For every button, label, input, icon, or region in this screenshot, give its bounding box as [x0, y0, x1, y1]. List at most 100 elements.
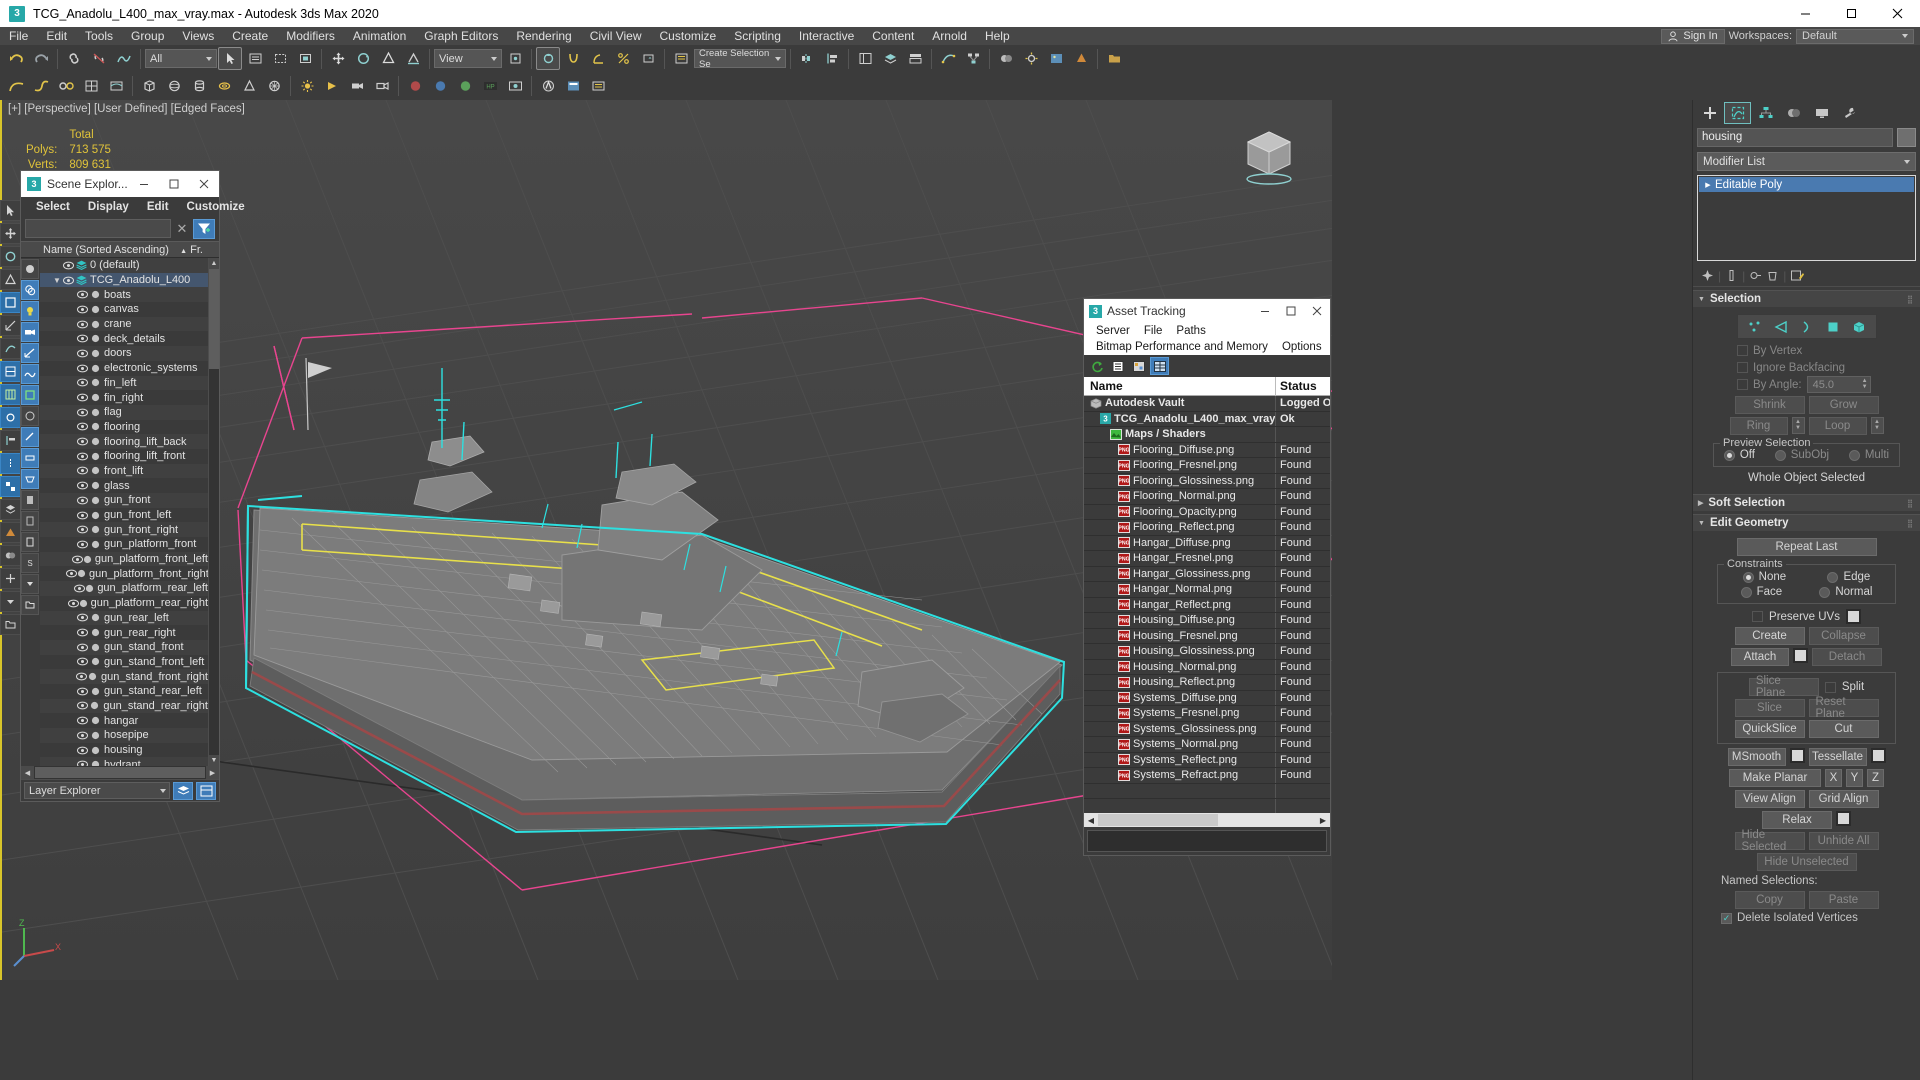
- split-checkbox[interactable]: [1824, 681, 1836, 693]
- scene-explorer-minimize-button[interactable]: [129, 171, 159, 197]
- visibility-toggle-icon[interactable]: [73, 584, 85, 593]
- visibility-toggle-icon[interactable]: [76, 320, 89, 329]
- constraint-normal-radio[interactable]: [1819, 586, 1831, 598]
- scene-explorer-menu-edit[interactable]: Edit: [138, 201, 178, 213]
- bind-to-space-warp-button[interactable]: [112, 47, 136, 70]
- asset-tracking-row[interactable]: PNG Flooring_Glossiness.png Found: [1084, 473, 1330, 489]
- visibility-toggle-icon[interactable]: [76, 422, 89, 431]
- preserve-uvs-settings-button[interactable]: [1845, 609, 1861, 624]
- close-button[interactable]: [1874, 0, 1920, 27]
- tool-grid-icon[interactable]: [0, 384, 21, 405]
- constraint-face-radio[interactable]: [1740, 586, 1752, 598]
- constraint-face-row[interactable]: Face: [1740, 586, 1782, 598]
- named-selection-sets-combo[interactable]: Create Selection Se: [694, 48, 786, 70]
- visibility-toggle-icon[interactable]: [76, 496, 89, 505]
- by-vertex-row[interactable]: By Vertex: [1699, 342, 1914, 359]
- scene-explorer-row[interactable]: front_lift: [40, 463, 208, 479]
- menu-content[interactable]: Content: [863, 27, 923, 45]
- scene-explorer-row[interactable]: gun_rear_left: [40, 610, 208, 626]
- filter-particles-icon[interactable]: [21, 448, 39, 468]
- visibility-toggle-icon[interactable]: [76, 349, 89, 358]
- filter-groups-icon[interactable]: [21, 406, 39, 426]
- scene-explorer-maximize-button[interactable]: [159, 171, 189, 197]
- by-angle-row[interactable]: By Angle: 45.0 ▲ ▼: [1699, 376, 1914, 393]
- tool-snap-icon[interactable]: [0, 407, 21, 428]
- make-planar-z-button[interactable]: Z: [1867, 769, 1884, 787]
- view-align-button[interactable]: View Align: [1734, 790, 1805, 808]
- scene-explorer-row[interactable]: gun_platform_front_left: [40, 551, 208, 567]
- sign-in-button[interactable]: Sign In: [1661, 28, 1725, 44]
- asset-tracking-row[interactable]: PNG Flooring_Opacity.png Found: [1084, 504, 1330, 520]
- asset-tracking-row[interactable]: PNG Hangar_Fresnel.png Found: [1084, 551, 1330, 567]
- paste-button[interactable]: Paste: [1808, 891, 1879, 909]
- visibility-toggle-icon[interactable]: [76, 525, 89, 534]
- tessellate-settings-button[interactable]: [1870, 748, 1886, 763]
- menu-graph-editors[interactable]: Graph Editors: [415, 27, 507, 45]
- cylinder-primitive-button[interactable]: [187, 75, 211, 98]
- element-subobject-button[interactable]: [1846, 317, 1872, 336]
- modifier-list-dropdown[interactable]: Modifier List: [1697, 152, 1916, 171]
- polygon-subobject-button[interactable]: [1820, 317, 1846, 336]
- asset-menu-paths[interactable]: Paths: [1169, 325, 1212, 337]
- torus-primitive-button[interactable]: [212, 75, 236, 98]
- toggle-ribbon-button[interactable]: [903, 47, 927, 70]
- attach-settings-button[interactable]: [1793, 648, 1808, 663]
- tab-create[interactable]: [1696, 102, 1723, 124]
- delete-isolated-row[interactable]: Delete Isolated Vertices: [1699, 912, 1914, 924]
- visibility-toggle-icon[interactable]: [62, 261, 75, 270]
- expand-icon[interactable]: ▶: [1701, 181, 1715, 189]
- tool-place-icon[interactable]: [0, 292, 21, 313]
- pin-stack-icon[interactable]: [1701, 269, 1714, 282]
- omni-light-button[interactable]: [295, 75, 319, 98]
- preview-multi-radio[interactable]: [1848, 449, 1860, 461]
- scroll-down-icon[interactable]: ▼: [209, 755, 219, 766]
- delete-isolated-checkbox[interactable]: [1721, 912, 1732, 924]
- asset-tracking-maximize-button[interactable]: [1278, 299, 1304, 323]
- align-button[interactable]: [820, 47, 844, 70]
- constraint-normal-row[interactable]: Normal: [1819, 586, 1872, 598]
- visibility-toggle-icon[interactable]: [76, 746, 89, 755]
- menu-civil-view[interactable]: Civil View: [581, 27, 651, 45]
- tool-material-icon[interactable]: [0, 545, 21, 566]
- vray-render-button[interactable]: [536, 75, 560, 98]
- relax-button[interactable]: Relax: [1762, 811, 1832, 829]
- hide-unselected-button[interactable]: Hide Unselected: [1756, 853, 1857, 871]
- filter-frozen-icon[interactable]: [21, 490, 39, 510]
- rectangular-selection-region-button[interactable]: [268, 47, 292, 70]
- scene-explorer-row[interactable]: gun_rear_right: [40, 625, 208, 640]
- grow-button[interactable]: Grow: [1808, 396, 1879, 414]
- asset-tracking-row[interactable]: PNG Systems_Fresnel.png Found: [1084, 706, 1330, 722]
- visibility-toggle-icon[interactable]: [76, 613, 89, 622]
- scene-explorer-row[interactable]: doors: [40, 346, 208, 361]
- filter-bones-icon[interactable]: [21, 385, 39, 405]
- tab-motion[interactable]: [1780, 102, 1807, 124]
- filter-hidden-icon[interactable]: [21, 511, 39, 531]
- tool-rotate-icon[interactable]: [0, 246, 21, 267]
- menu-create[interactable]: Create: [223, 27, 277, 45]
- asset-tracking-column-header[interactable]: Name Status: [1084, 376, 1330, 396]
- target-light-button[interactable]: [320, 75, 344, 98]
- menu-file[interactable]: File: [0, 27, 37, 45]
- scene-explorer-row[interactable]: hangar: [40, 713, 208, 728]
- visibility-toggle-icon[interactable]: [71, 555, 83, 564]
- tool-measure-icon[interactable]: [0, 315, 21, 336]
- dependency-view-icon[interactable]: [1129, 357, 1148, 375]
- filter-icon[interactable]: [193, 218, 215, 239]
- ignore-backfacing-row[interactable]: Ignore Backfacing: [1699, 359, 1914, 376]
- link-constraint-button[interactable]: [54, 75, 78, 98]
- asset-menu-file[interactable]: File: [1137, 325, 1170, 337]
- msmooth-settings-button[interactable]: [1789, 748, 1805, 763]
- hdr-map-button[interactable]: HP: [478, 75, 502, 98]
- make-planar-y-button[interactable]: Y: [1846, 769, 1863, 787]
- tool-align-icon[interactable]: [0, 430, 21, 451]
- snaps-toggle-button[interactable]: [561, 47, 585, 70]
- ignore-backfacing-checkbox[interactable]: [1737, 362, 1748, 373]
- by-angle-checkbox[interactable]: [1737, 379, 1748, 390]
- material-sphere-red-button[interactable]: [403, 75, 427, 98]
- scene-explorer-row[interactable]: gun_stand_front_right: [40, 669, 208, 684]
- tool-folder-icon[interactable]: [0, 614, 21, 635]
- scene-explorer-row[interactable]: gun_front_left: [40, 507, 208, 523]
- tool-uv-icon[interactable]: [0, 361, 21, 382]
- list-view-icon[interactable]: [1108, 357, 1127, 375]
- visibility-toggle-icon[interactable]: [76, 701, 89, 710]
